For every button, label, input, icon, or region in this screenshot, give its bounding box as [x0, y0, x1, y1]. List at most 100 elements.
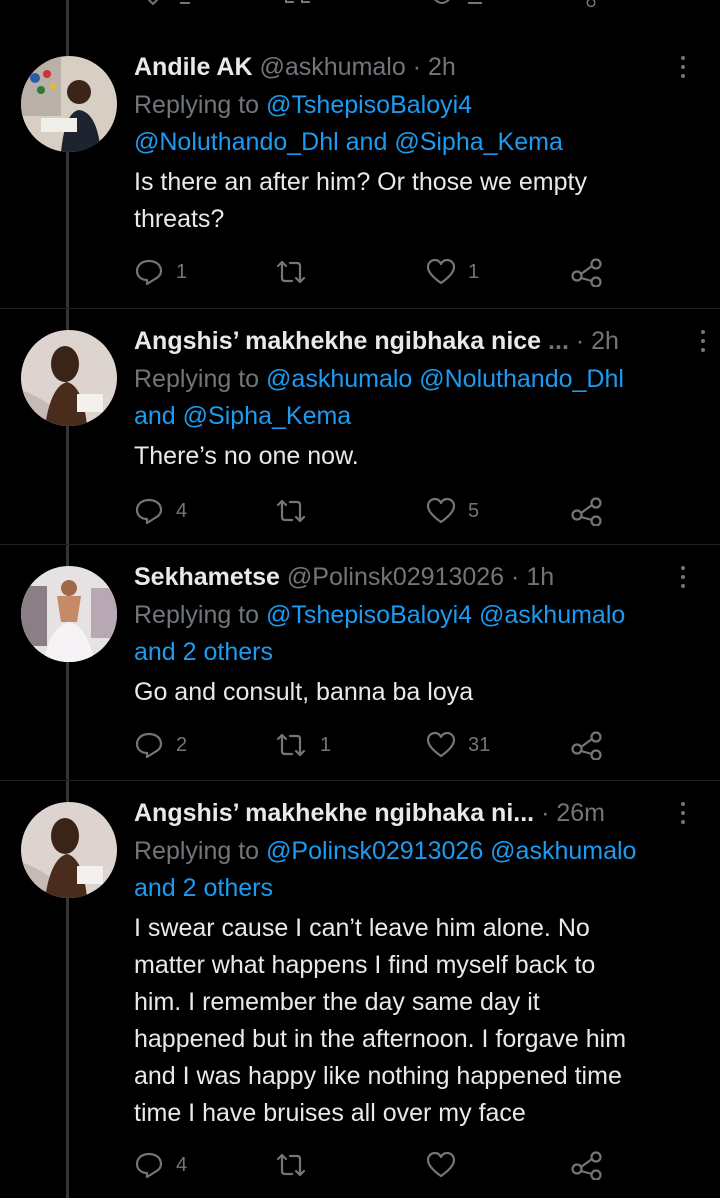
- retweet-button[interactable]: 1: [274, 728, 331, 762]
- mention-link[interactable]: @Polinsk02913026 @askhumalo: [266, 837, 636, 865]
- tweet-text: There’s no one now.: [134, 438, 698, 475]
- mention-link[interactable]: @Sipha_Kema: [394, 128, 563, 156]
- share-icon-partial: [586, 0, 596, 8]
- tweet-text-line: time I have bruises all over my face: [134, 1099, 526, 1127]
- mention-link[interactable]: @Noluthando_Dhl: [134, 128, 339, 156]
- share-icon: [571, 731, 602, 760]
- tweet-text: Go and consult, banna ba loya: [134, 674, 698, 711]
- retweet-count: 1: [320, 733, 332, 756]
- like-icon: [426, 258, 456, 285]
- display-name[interactable]: Sekhametse: [134, 563, 280, 591]
- reply-button[interactable]: 1: [134, 255, 187, 289]
- avatar[interactable]: [21, 56, 117, 152]
- mention-link[interactable]: @Sipha_Kema: [183, 402, 352, 430]
- avatar[interactable]: [21, 330, 117, 426]
- tweet-text-line: There’s no one now.: [134, 442, 359, 470]
- reply-count: 4: [176, 1153, 188, 1176]
- like-icon: [426, 497, 456, 524]
- reply-icon: [135, 1152, 163, 1179]
- timestamp[interactable]: · 2h: [576, 327, 619, 355]
- retweet-icon: [276, 733, 306, 757]
- avatar[interactable]: [21, 566, 117, 662]
- timestamp[interactable]: · 2h: [413, 53, 456, 81]
- retweet-button[interactable]: [274, 494, 308, 528]
- tweet-text-line: threats?: [134, 205, 225, 233]
- mention-link[interactable]: @askhumalo @Noluthando_Dhl: [266, 365, 624, 393]
- share-icon: [571, 258, 602, 287]
- share-button[interactable]: [571, 1148, 603, 1182]
- share-button[interactable]: [571, 494, 603, 528]
- count-partial: [180, 2, 190, 4]
- like-button[interactable]: 31: [426, 728, 490, 762]
- tweet-divider: [0, 544, 720, 545]
- like-count: 1: [468, 260, 480, 283]
- more-icon[interactable]: [680, 566, 686, 588]
- others-link[interactable]: and 2 others: [134, 874, 273, 902]
- retweet-icon: [276, 1153, 306, 1177]
- reply-button[interactable]: 4: [134, 1148, 187, 1182]
- tweet-text-line: and I was happy like nothing happened ti…: [134, 1062, 622, 1090]
- display-name[interactable]: Angshis’ makhekhe ngibhaka ni...: [134, 799, 534, 827]
- retweet-icon-partial: [285, 0, 310, 3]
- retweet-icon: [276, 499, 306, 523]
- tweet-text-line: Go and consult, banna ba loya: [134, 678, 474, 706]
- action-bar: 1 1: [134, 255, 614, 289]
- display-name[interactable]: Andile AK: [134, 53, 253, 81]
- replying-to-label: Replying to: [134, 601, 260, 629]
- tweet-text: I swear cause I can’t leave him alone. N…: [134, 910, 698, 1132]
- tweet-text-line: him. I remember the day same day it: [134, 988, 540, 1016]
- tweet-text-line: happened but in the afternoon. I forgave…: [134, 1025, 627, 1053]
- like-button[interactable]: 5: [426, 494, 479, 528]
- and-label: and: [345, 128, 388, 156]
- user-handle[interactable]: @Polinsk02913026: [287, 563, 504, 591]
- reply-icon: [135, 732, 163, 759]
- action-bar: 4: [134, 1148, 614, 1182]
- like-button[interactable]: 1: [426, 255, 479, 289]
- like-count: 31: [468, 733, 491, 756]
- mention-link[interactable]: @TshepisoBaloyi4: [266, 91, 472, 119]
- others-link[interactable]: and 2 others: [134, 638, 273, 666]
- timestamp[interactable]: · 26m: [541, 799, 605, 827]
- share-icon: [571, 497, 602, 526]
- user-handle[interactable]: @askhumalo: [259, 53, 405, 81]
- tweet-text-line: matter what happens I find myself back t…: [134, 951, 596, 979]
- reply-icon-partial: [147, 0, 159, 6]
- tweet-divider: [0, 780, 720, 781]
- reply-count: 4: [176, 499, 188, 522]
- reply-count: 2: [176, 733, 188, 756]
- like-icon: [426, 731, 456, 758]
- timestamp[interactable]: · 1h: [511, 563, 554, 591]
- action-bar: 4 5: [134, 494, 614, 528]
- retweet-button[interactable]: [274, 255, 308, 289]
- like-icon-partial: [434, 0, 450, 4]
- avatar[interactable]: [21, 802, 117, 898]
- and-label: and: [134, 402, 176, 430]
- display-name[interactable]: Angshis’ makhekhe ngibhaka nice: [134, 327, 541, 355]
- share-button[interactable]: [571, 728, 603, 762]
- name-ellipsis: ...: [548, 327, 569, 355]
- more-icon[interactable]: [680, 802, 686, 824]
- action-bar: 2 1 31: [134, 728, 614, 762]
- retweet-icon: [276, 260, 306, 284]
- like-count: 5: [468, 499, 480, 522]
- reply-icon: [135, 498, 163, 525]
- replying-to-label: Replying to: [134, 837, 260, 865]
- like-button[interactable]: [426, 1148, 456, 1182]
- tweet-text-line: Is there an after him? Or those we empty: [134, 168, 587, 196]
- tweet-text-line: I swear cause I can’t leave him alone. N…: [134, 914, 590, 942]
- mention-link[interactable]: @TshepisoBaloyi4 @askhumalo: [266, 601, 625, 629]
- replying-to-label: Replying to: [134, 91, 260, 119]
- replying-to-label: Replying to: [134, 365, 260, 393]
- more-icon[interactable]: [680, 56, 686, 78]
- like-icon: [426, 1151, 456, 1178]
- reply-button[interactable]: 4: [134, 494, 187, 528]
- share-icon: [571, 1151, 602, 1180]
- share-button[interactable]: [571, 255, 603, 289]
- count-partial: [468, 2, 482, 4]
- more-icon[interactable]: [700, 330, 706, 352]
- previous-tweet-actions-partial: [0, 0, 720, 22]
- reply-button[interactable]: 2: [134, 728, 187, 762]
- tweet-text: Is there an after him? Or those we empty…: [134, 164, 698, 238]
- retweet-button[interactable]: [274, 1148, 308, 1182]
- tweet-divider: [0, 308, 720, 309]
